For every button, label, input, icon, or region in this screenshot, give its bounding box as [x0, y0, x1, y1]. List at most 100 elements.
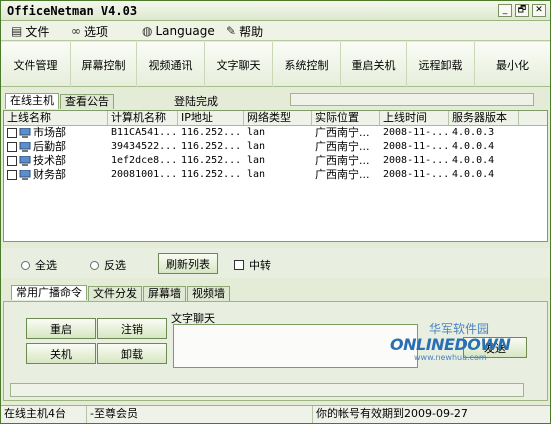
help-book-icon: ✎	[226, 24, 237, 38]
login-progress-bar	[290, 93, 534, 106]
row-name-cell: 后勤部	[4, 140, 108, 154]
output-bar	[10, 383, 524, 397]
logoff-button[interactable]: 注销	[97, 318, 167, 339]
toolbar: 文件管理 屏幕控制 视频通讯 文字聊天 系统控制 重启关机 远程卸载 最小化	[1, 42, 550, 87]
tab-file-distribution[interactable]: 文件分发	[88, 286, 142, 301]
computer-name: 39434522...	[111, 141, 178, 152]
uninstall-button[interactable]: 卸载	[97, 343, 167, 364]
window-title: OfficeNetman V4.03	[7, 4, 138, 18]
computer-name: 1ef2dce8...	[111, 155, 178, 166]
checkbox-box	[234, 260, 244, 270]
location: 广西南宁...	[315, 140, 370, 153]
location: 广西南宁...	[315, 126, 370, 139]
table-row[interactable]: 后勤部 39434522... 116.252... lan 广西南宁... 2…	[4, 140, 547, 154]
table-row[interactable]: 财务部 20081001... 116.252... lan 广西南宁... 2…	[4, 168, 547, 182]
menu-options[interactable]: ∞ 选项	[71, 23, 108, 39]
online-name: 市场部	[33, 126, 66, 139]
command-tabs: 常用广播命令 文件分发 屏幕墙 视频墙	[11, 285, 231, 301]
menu-bar: ▤ 文件 ∞ 选项 ◍ Language ✎ 帮助	[1, 21, 550, 41]
login-status: 登陆完成	[174, 95, 218, 108]
col-location[interactable]: 实际位置	[312, 111, 380, 125]
col-network-type[interactable]: 网络类型	[244, 111, 312, 125]
account-expiry: 你的帐号有效期到2009-09-27	[316, 407, 468, 420]
location: 广西南宁...	[315, 154, 370, 167]
host-tabs: 在线主机 查看公告	[5, 93, 115, 110]
minimize-button[interactable]: _	[498, 4, 512, 17]
tab-screen-wall[interactable]: 屏幕墙	[143, 286, 186, 301]
online-time: 2008-11-...	[383, 169, 449, 180]
online-host-count: 在线主机4台	[1, 406, 87, 423]
restart-shutdown-button[interactable]: 重启关机	[341, 42, 407, 87]
table-row[interactable]: 市场部 B11CA541... 116.252... lan 广西南宁... 2…	[4, 126, 547, 140]
computer-icon	[19, 142, 31, 152]
menu-language[interactable]: ◍ Language	[142, 23, 215, 39]
network-type: lan	[247, 127, 266, 138]
minimize-app-button[interactable]: 最小化	[475, 42, 550, 87]
ip-address: 116.252...	[181, 141, 242, 152]
invert-label: 反选	[104, 259, 126, 272]
remote-uninstall-button[interactable]: 远程卸载	[407, 42, 475, 87]
restore-button[interactable]: 🗗	[515, 4, 529, 17]
globe-icon: ◍	[142, 24, 153, 38]
online-name: 技术部	[33, 154, 66, 167]
refresh-list-button[interactable]: 刷新列表	[158, 253, 218, 274]
server-version: 4.0.0.4	[452, 169, 495, 180]
file-manage-button[interactable]: 文件管理	[1, 42, 71, 87]
computer-name: 20081001...	[111, 169, 178, 180]
status-bar: 在线主机4台 -至尊会员 你的帐号有效期到2009-09-27	[1, 405, 550, 423]
row-checkbox[interactable]	[7, 128, 17, 138]
screen-control-button[interactable]: 屏幕控制	[71, 42, 137, 87]
row-name-cell: 市场部	[4, 126, 108, 140]
server-version: 4.0.0.4	[452, 155, 495, 166]
row-checkbox[interactable]	[7, 142, 17, 152]
video-comm-button[interactable]: 视频通讯	[137, 42, 205, 87]
menu-file[interactable]: ▤ 文件	[11, 23, 49, 39]
tab-online-hosts[interactable]: 在线主机	[5, 93, 59, 109]
table-header: 上线名称 计算机名称 IP地址 网络类型 实际位置 上线时间 服务器版本	[4, 111, 547, 126]
menu-help[interactable]: ✎ 帮助	[226, 23, 263, 39]
restart-button[interactable]: 重启	[26, 318, 96, 339]
row-checkbox[interactable]	[7, 156, 17, 166]
relay-checkbox[interactable]: 中转	[234, 257, 271, 273]
tab-announcements[interactable]: 查看公告	[60, 94, 114, 109]
selection-row	[1, 248, 550, 278]
col-server-version[interactable]: 服务器版本	[449, 111, 519, 125]
network-type: lan	[247, 169, 266, 180]
server-version: 4.0.0.4	[452, 141, 495, 152]
computer-icon	[19, 156, 31, 166]
app-window: OfficeNetman V4.03 _ 🗗 ✕ ▤ 文件 ∞ 选项 ◍ Lan…	[0, 0, 551, 424]
col-ip[interactable]: IP地址	[178, 111, 244, 125]
close-button[interactable]: ✕	[532, 4, 546, 17]
online-name: 财务部	[33, 168, 66, 181]
shutdown-button[interactable]: 关机	[26, 343, 96, 364]
col-online-time[interactable]: 上线时间	[380, 111, 449, 125]
computer-icon	[19, 170, 31, 180]
text-chat-button[interactable]: 文字聊天	[205, 42, 273, 87]
select-all-label: 全选	[35, 259, 57, 272]
tab-video-wall[interactable]: 视频墙	[187, 286, 230, 301]
online-time: 2008-11-...	[383, 141, 449, 152]
network-type: lan	[247, 141, 266, 152]
col-computer-name[interactable]: 计算机名称	[108, 111, 178, 125]
watermark-url: www.newhua.com	[414, 353, 487, 362]
ip-address: 116.252...	[181, 127, 242, 138]
membership-level: -至尊会员	[87, 406, 313, 423]
online-name: 后勤部	[33, 140, 66, 153]
system-control-button[interactable]: 系统控制	[273, 42, 341, 87]
table-row[interactable]: 技术部 1ef2dce8... 116.252... lan 广西南宁... 2…	[4, 154, 547, 168]
invert-selection-radio[interactable]: 反选	[90, 257, 126, 273]
network-type: lan	[247, 155, 266, 166]
title-bar: OfficeNetman V4.03 _ 🗗 ✕	[1, 1, 550, 21]
chat-input[interactable]	[173, 324, 418, 368]
row-checkbox[interactable]	[7, 170, 17, 180]
select-all-radio[interactable]: 全选	[21, 257, 57, 273]
glasses-icon: ∞	[71, 24, 81, 38]
radio-circle-icon	[21, 260, 30, 270]
tab-broadcast-commands[interactable]: 常用广播命令	[11, 285, 87, 300]
col-online-name[interactable]: 上线名称	[4, 111, 108, 125]
online-time: 2008-11-...	[383, 155, 449, 166]
watermark-logo: 华军软件园 ONLINEDOWN www.newhua.com	[384, 316, 519, 364]
server-version: 4.0.0.3	[452, 127, 495, 138]
row-name-cell: 技术部	[4, 154, 108, 168]
ip-address: 116.252...	[181, 155, 242, 166]
